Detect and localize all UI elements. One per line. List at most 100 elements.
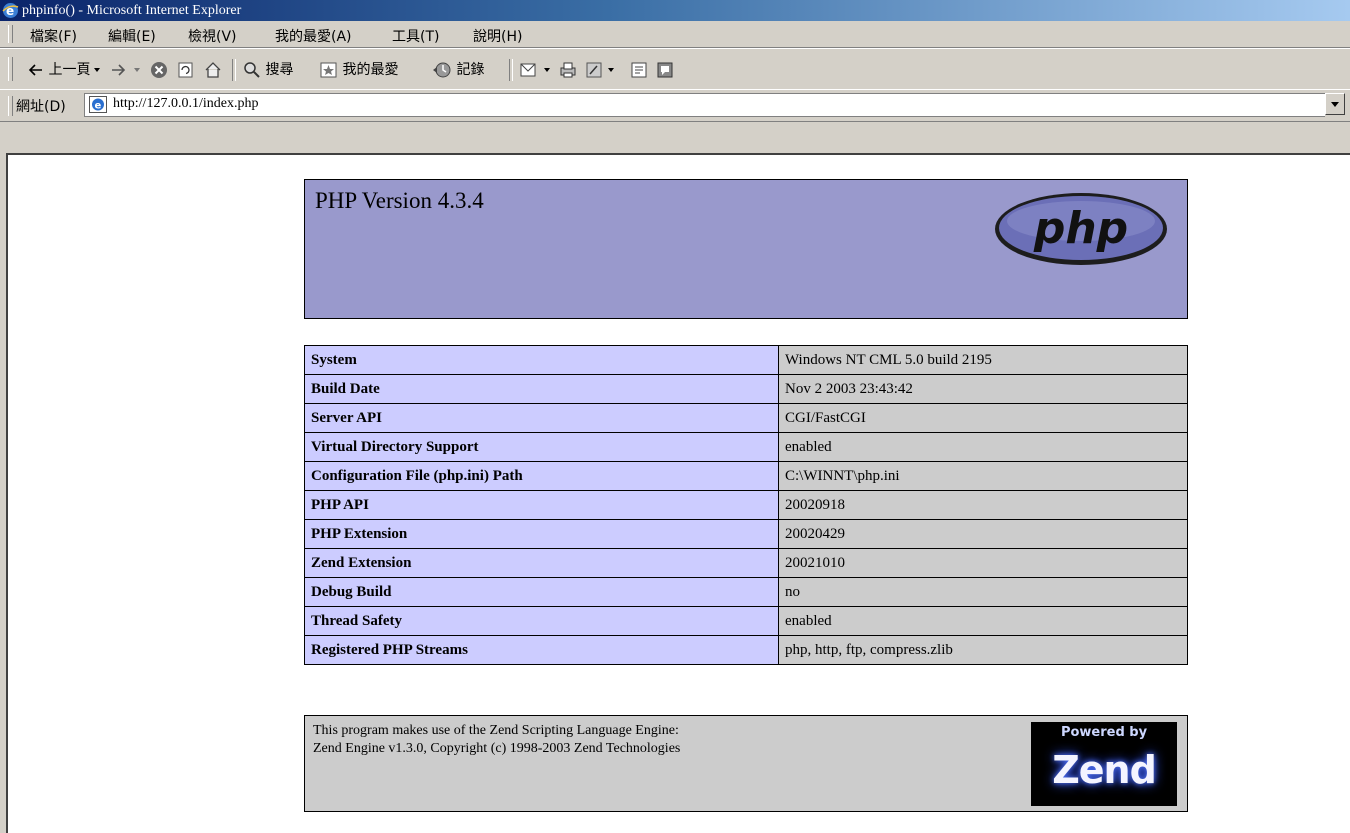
address-url: http://127.0.0.1/index.php	[113, 96, 259, 111]
table-row: Thread Safety enabled	[304, 606, 1188, 636]
mail-button[interactable]	[519, 59, 551, 81]
table-row: PHP API 20020918	[304, 490, 1188, 520]
table-row: Zend Extension 20021010	[304, 548, 1188, 578]
row-value: 20020429	[778, 519, 1188, 549]
refresh-button[interactable]	[177, 59, 195, 81]
table-row: System Windows NT CML 5.0 build 2195	[304, 345, 1188, 375]
stop-button[interactable]	[150, 59, 168, 81]
toolbar-separator	[232, 59, 236, 81]
svg-text:php: php	[1033, 203, 1128, 254]
print-button[interactable]	[558, 59, 578, 81]
discuss-button[interactable]	[630, 59, 648, 81]
print-icon	[560, 62, 576, 78]
row-value: enabled	[778, 606, 1188, 636]
zend-logo-wordmark: Zend	[1052, 748, 1157, 792]
row-key: System	[304, 345, 779, 375]
back-button[interactable]: 上一頁	[28, 59, 90, 81]
toolbar-separator	[509, 59, 513, 81]
edit-page-icon	[586, 62, 602, 78]
history-button[interactable]: 記錄	[432, 59, 484, 81]
table-row: Build Date Nov 2 2003 23:43:42	[304, 374, 1188, 404]
toolbar-grip[interactable]	[8, 57, 13, 81]
page-title: PHP Version 4.3.4	[315, 188, 484, 213]
row-key: PHP Extension	[304, 519, 779, 549]
zend-logo-caption: Powered by	[1060, 725, 1148, 740]
table-row: Configuration File (php.ini) Path C:\WINN…	[304, 461, 1188, 491]
favorites-button[interactable]: 我的最愛	[320, 59, 398, 81]
table-row: Server API CGI/FastCGI	[304, 403, 1188, 433]
window-title-bar[interactable]: e phpinfo() - Microsoft Internet Explore…	[0, 0, 1350, 21]
menu-edit[interactable]: 編輯(E)	[108, 26, 156, 46]
ie-page-icon: e	[89, 96, 107, 113]
menu-file[interactable]: 檔案(F)	[30, 26, 77, 46]
row-value: no	[778, 577, 1188, 607]
php-version-header: PHP Version 4.3.4 php	[304, 179, 1188, 319]
search-button[interactable]: 搜尋	[243, 59, 293, 81]
chevron-down-icon	[544, 68, 551, 72]
history-label: 記錄	[456, 62, 485, 78]
window-title: phpinfo() - Microsoft Internet Explorer	[22, 3, 242, 18]
search-icon	[244, 62, 260, 78]
table-row: Debug Build no	[304, 577, 1188, 607]
row-key: Build Date	[304, 374, 779, 404]
zend-credits: This program makes use of the Zend Scrip…	[313, 722, 680, 758]
row-key: Configuration File (php.ini) Path	[304, 461, 779, 491]
address-dropdown-button[interactable]	[1325, 93, 1345, 115]
menu-tools[interactable]: 工具(T)	[392, 26, 439, 46]
table-row: PHP Extension 20020429	[304, 519, 1188, 549]
history-icon	[433, 62, 451, 78]
row-value: Nov 2 2003 23:43:42	[778, 374, 1188, 404]
row-key: PHP API	[304, 490, 779, 520]
menu-bar: 檔案(F) 編輯(E) 檢視(V) 我的最愛(A) 工具(T) 說明(H)	[0, 21, 1350, 48]
zend-credits-line-2: Zend Engine v1.3.0, Copyright (c) 1998-2…	[313, 741, 681, 756]
refresh-icon	[178, 62, 193, 78]
discuss-icon	[631, 62, 647, 78]
row-value: 20020918	[778, 490, 1188, 520]
table-row: Virtual Directory Support enabled	[304, 432, 1188, 462]
table-row: Registered PHP Streams php, http, ftp, co…	[304, 635, 1188, 665]
home-button[interactable]	[204, 59, 222, 81]
row-value: CGI/FastCGI	[778, 403, 1188, 433]
row-value: C:\WINNT\php.ini	[778, 461, 1188, 491]
row-key: Thread Safety	[304, 606, 779, 636]
chevron-down-icon	[94, 68, 100, 72]
address-input[interactable]: e http://127.0.0.1/index.php	[84, 93, 1325, 117]
row-key: Zend Extension	[304, 548, 779, 578]
edit-button[interactable]	[585, 59, 615, 81]
messenger-button[interactable]	[656, 59, 674, 81]
menu-favorites[interactable]: 我的最愛(A)	[275, 26, 352, 46]
back-arrow-icon	[28, 64, 42, 76]
toolbar: 上一頁 搜尋 我的最愛 記錄	[0, 48, 1350, 90]
address-bar: 網址(D) e http://127.0.0.1/index.php	[0, 89, 1350, 122]
menu-view[interactable]: 檢視(V)	[188, 26, 237, 46]
address-label: 網址(D)	[16, 99, 66, 115]
php-logo-icon[interactable]: php	[993, 191, 1169, 267]
forward-dropdown[interactable]	[133, 59, 141, 81]
row-key: Registered PHP Streams	[304, 635, 779, 665]
favorites-label: 我的最愛	[342, 62, 399, 78]
menu-help[interactable]: 說明(H)	[473, 26, 522, 46]
favorites-star-icon	[320, 62, 337, 78]
stop-icon	[151, 62, 167, 78]
row-value: Windows NT CML 5.0 build 2195	[778, 345, 1188, 375]
ie-logo-icon: e	[2, 3, 19, 18]
row-value: 20021010	[778, 548, 1188, 578]
page-viewport[interactable]: PHP Version 4.3.4 php System Windows NT C…	[6, 153, 1350, 833]
back-dropdown[interactable]	[93, 59, 101, 81]
row-value: php, http, ftp, compress.zlib	[778, 635, 1188, 665]
back-label: 上一頁	[48, 62, 91, 78]
messenger-icon	[657, 62, 673, 78]
zend-logo[interactable]: Powered by Zend	[1031, 722, 1177, 806]
forward-arrow-icon	[112, 64, 126, 76]
forward-button[interactable]	[110, 59, 126, 81]
row-value: enabled	[778, 432, 1188, 462]
menu-bar-grip[interactable]	[8, 25, 13, 43]
row-key: Server API	[304, 403, 779, 433]
row-key: Debug Build	[304, 577, 779, 607]
mail-icon	[520, 63, 536, 77]
address-bar-grip[interactable]	[8, 96, 13, 116]
chevron-down-icon	[608, 68, 615, 72]
chevron-down-icon	[134, 68, 140, 72]
php-info-table: System Windows NT CML 5.0 build 2195 Buil…	[304, 345, 1188, 665]
zend-engine-footer: This program makes use of the Zend Scrip…	[304, 715, 1188, 812]
